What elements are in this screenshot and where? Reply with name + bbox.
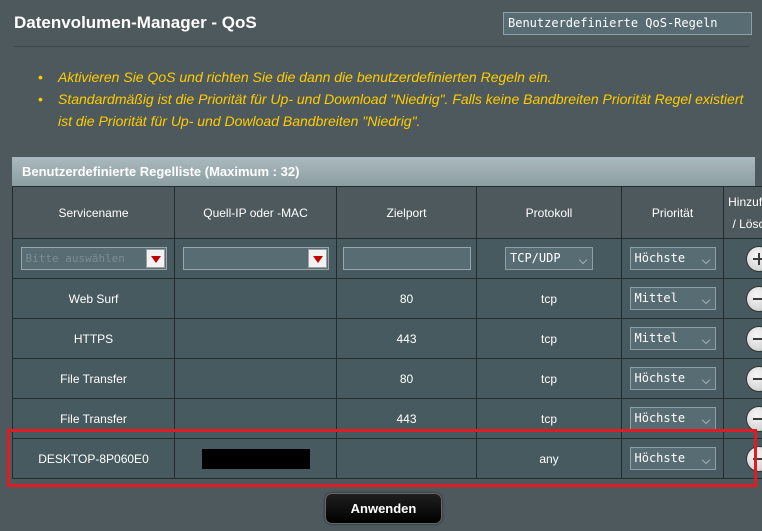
table-row: File Transfer 80 tcp Höchste [12, 358, 762, 399]
chevron-down-icon[interactable] [307, 249, 327, 268]
row-priority-select[interactable]: Höchste [629, 407, 716, 430]
header-protocol: Protokoll [476, 186, 622, 239]
header-priority: Priorität [621, 186, 724, 239]
table-row: File Transfer 443 tcp Höchste [12, 398, 762, 439]
row-service: File Transfer [12, 398, 175, 439]
delete-rule-button[interactable] [745, 445, 762, 472]
header-action-line2: / Löschen [732, 216, 762, 231]
port-input[interactable] [342, 247, 471, 270]
delete-rule-button[interactable] [745, 285, 762, 312]
priority-select[interactable]: Höchste [629, 247, 716, 270]
note-item: Aktivieren Sie QoS und richten Sie die d… [38, 66, 748, 88]
table-row: Web Surf 80 tcp Mittel [12, 278, 762, 319]
delete-rule-button[interactable] [745, 325, 762, 352]
add-rule-button[interactable] [745, 245, 762, 272]
delete-rule-button[interactable] [745, 365, 762, 392]
row-priority-select[interactable]: Höchste [629, 367, 716, 390]
table-caption: Benutzerdefinierte Regelliste (Maximum :… [12, 157, 755, 186]
chevron-down-icon[interactable] [145, 249, 165, 268]
row-protocol: tcp [476, 358, 622, 399]
header-divider [14, 46, 750, 47]
row-port: 80 [336, 358, 477, 399]
row-protocol: any [476, 438, 622, 479]
apply-button[interactable]: Anwenden [325, 493, 442, 524]
row-protocol: tcp [476, 398, 622, 439]
table-row: DESKTOP-8P060E0 any Höchste [12, 438, 762, 479]
row-service: HTTPS [12, 318, 175, 359]
service-combo[interactable]: Bitte auswählen [20, 247, 167, 270]
minus-icon [752, 417, 762, 420]
delete-rule-button[interactable] [745, 405, 762, 432]
minus-icon [752, 377, 762, 380]
header-action-line1: Hinzufügen [728, 194, 762, 209]
qos-mode-select[interactable]: Benutzerdefinierte QoS-Regeln [503, 12, 752, 35]
header-source: Quell-IP oder -MAC [174, 186, 337, 239]
page-title: Datenvolumen-Manager - QoS [14, 13, 257, 32]
minus-icon [752, 337, 762, 340]
row-port: 80 [336, 278, 477, 319]
row-port [336, 438, 477, 479]
table-header-row: Servicename Quell-IP oder -MAC Zielport … [12, 186, 762, 239]
minus-icon [752, 457, 762, 460]
row-source [174, 358, 337, 399]
row-protocol: tcp [476, 318, 622, 359]
row-service: Web Surf [12, 278, 175, 319]
header-port: Zielport [336, 186, 477, 239]
redacted-source [201, 448, 310, 469]
header-service: Servicename [12, 186, 175, 239]
row-port: 443 [336, 398, 477, 439]
row-source [174, 398, 337, 439]
row-priority-select[interactable]: Mittel [629, 327, 716, 350]
note-item: Standardmäßig ist die Priorität für Up- … [38, 88, 748, 132]
row-service: File Transfer [12, 358, 175, 399]
row-priority-select[interactable]: Höchste [629, 447, 716, 470]
row-port: 443 [336, 318, 477, 359]
row-service: DESKTOP-8P060E0 [12, 438, 175, 479]
row-protocol: tcp [476, 278, 622, 319]
row-source [174, 318, 337, 359]
info-notes: Aktivieren Sie QoS und richten Sie die d… [38, 66, 748, 132]
row-priority-select[interactable]: Mittel [629, 287, 716, 310]
rule-list-table: Benutzerdefinierte Regelliste (Maximum :… [12, 157, 762, 479]
protocol-select[interactable]: TCP/UDP [505, 247, 593, 270]
table-row: HTTPS 443 tcp Mittel [12, 318, 762, 359]
source-combo[interactable] [182, 247, 329, 270]
row-source [174, 278, 337, 319]
page-header: Datenvolumen-Manager - QoS Benutzerdefin… [0, 0, 762, 48]
row-source [174, 438, 337, 479]
minus-icon [752, 297, 762, 300]
header-action: Hinzufügen / Löschen [723, 186, 762, 239]
new-rule-row: Bitte auswählen TCP/UDP Höchste [12, 238, 762, 279]
service-combo-placeholder: Bitte auswählen [25, 252, 125, 265]
